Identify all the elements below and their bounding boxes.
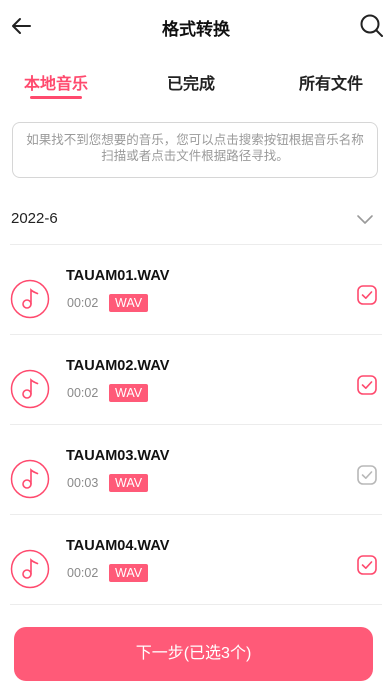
file-row[interactable]: TAUAM01.WAV 00:02 WAV (0, 256, 392, 346)
format-badge: WAV (109, 384, 149, 402)
file-duration: 00:03 (67, 476, 99, 490)
group-date-label: 2022-6 (11, 210, 58, 227)
music-note-icon (10, 369, 50, 409)
tab-bar: 本地音乐 已完成 所有文件 (0, 60, 392, 104)
file-row[interactable]: TAUAM02.WAV 00:02 WAV (0, 346, 392, 436)
music-note-icon (10, 549, 50, 589)
search-hint-notice: 如果找不到您想要的音乐，您可以点击搜索按钮根据音乐名称扫描或者点击文件根据路径寻… (12, 122, 378, 178)
divider (10, 604, 382, 605)
date-group-header[interactable]: 2022-6 (0, 196, 392, 244)
checkbox-checked-icon[interactable] (356, 374, 378, 396)
top-bar: 格式转换 (0, 0, 392, 52)
checkbox-unchecked-icon[interactable] (356, 464, 378, 486)
file-row[interactable]: TAUAM03.WAV 00:03 WAV (0, 436, 392, 526)
format-badge: WAV (109, 474, 149, 492)
tab-local-music[interactable]: 本地音乐 (24, 70, 88, 94)
format-badge: WAV (109, 564, 149, 582)
format-badge: WAV (109, 294, 149, 312)
checkbox-checked-icon[interactable] (356, 284, 378, 306)
file-name: TAUAM02.WAV (66, 358, 170, 374)
divider (10, 244, 382, 245)
tab-completed[interactable]: 已完成 (167, 70, 215, 94)
file-duration: 00:02 (67, 296, 99, 310)
music-note-icon (10, 459, 50, 499)
file-name: TAUAM04.WAV (66, 538, 170, 554)
file-name: TAUAM03.WAV (66, 448, 170, 464)
music-note-icon (10, 279, 50, 319)
tab-all-files[interactable]: 所有文件 (299, 70, 363, 94)
divider (10, 514, 382, 515)
file-row[interactable]: TAUAM04.WAV 00:02 WAV (0, 526, 392, 616)
checkbox-checked-icon[interactable] (356, 554, 378, 576)
file-duration: 00:02 (67, 386, 99, 400)
chevron-down-icon[interactable] (354, 208, 376, 230)
active-tab-indicator (30, 96, 82, 99)
next-step-button[interactable]: 下一步(已选3个) (14, 627, 373, 681)
search-icon[interactable] (358, 12, 386, 40)
file-duration: 00:02 (67, 566, 99, 580)
divider (10, 424, 382, 425)
file-name: TAUAM01.WAV (66, 268, 170, 284)
page-title: 格式转换 (162, 20, 230, 39)
divider (10, 334, 382, 335)
